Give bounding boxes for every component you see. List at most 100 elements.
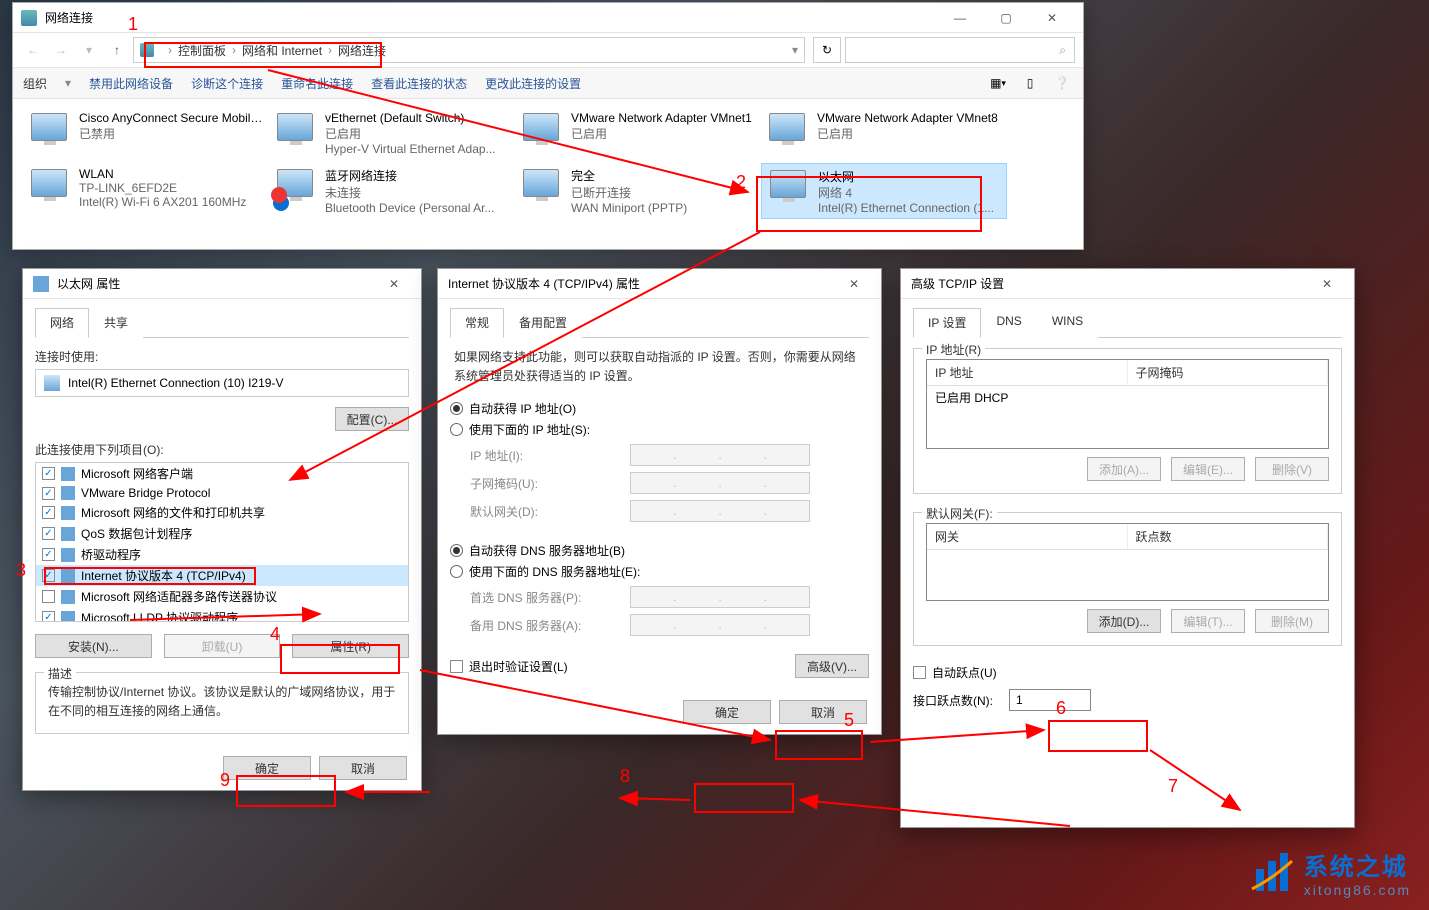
close-icon[interactable]: ✕ [377, 272, 411, 296]
configure-button[interactable]: 配置(C)... [335, 407, 409, 431]
window-icon [21, 10, 37, 26]
details-pane-icon[interactable]: ▯ [1019, 72, 1041, 94]
connection-item[interactable]: 以太网网络 4Intel(R) Ethernet Connection (1..… [761, 163, 1007, 219]
network-adapter-icon [27, 167, 71, 211]
connection-item[interactable]: VMware Network Adapter VMnet8已启用 [761, 107, 1007, 163]
view-status[interactable]: 查看此连接的状态 [371, 75, 467, 92]
connection-item[interactable]: WLANTP-LINK_6EFD2EIntel(R) Wi-Fi 6 AX201… [23, 163, 269, 219]
protocol-item[interactable]: ✓Microsoft 网络的文件和打印机共享 [36, 502, 408, 523]
connection-item[interactable]: Cisco AnyConnect Secure Mobility Client … [23, 107, 269, 163]
ipv4-info: 如果网络支持此功能，则可以获取自动指派的 IP 设置。否则，你需要从网络系统管理… [454, 348, 865, 386]
auto-dns-radio[interactable]: 自动获得 DNS 服务器地址(B) [450, 542, 869, 559]
tab-alternate[interactable]: 备用配置 [504, 308, 582, 338]
maximize-button[interactable]: ▢ [983, 4, 1029, 32]
ok-button[interactable]: 确定 [683, 700, 771, 724]
protocol-item[interactable]: Microsoft 网络适配器多路传送器协议 [36, 586, 408, 607]
back-button[interactable]: ← [21, 38, 45, 62]
help-icon[interactable]: ❔ [1051, 72, 1073, 94]
tab-dns[interactable]: DNS [981, 308, 1036, 338]
close-button[interactable]: ✕ [1029, 4, 1075, 32]
properties-button[interactable]: 属性(R) [292, 634, 409, 658]
diagnose[interactable]: 诊断这个连接 [191, 75, 263, 92]
forward-button[interactable]: → [49, 38, 73, 62]
recent-button[interactable]: ▾ [77, 38, 101, 62]
checkbox-icon[interactable]: ✓ [42, 487, 55, 500]
remove-ip-button: 删除(V) [1255, 457, 1329, 481]
protocol-icon [61, 590, 75, 604]
metric-input[interactable]: 1 [1009, 689, 1091, 711]
manual-dns-radio[interactable]: 使用下面的 DNS 服务器地址(E): [450, 563, 869, 580]
search-box[interactable]: ⌕ [845, 37, 1075, 63]
refresh-button[interactable]: ↻ [813, 37, 841, 63]
protocol-item[interactable]: ✓Microsoft LLDP 协议驱动程序 [36, 607, 408, 622]
tab-wins[interactable]: WINS [1037, 308, 1098, 338]
up-button[interactable]: ↑ [105, 38, 129, 62]
tab-network[interactable]: 网络 [35, 308, 89, 338]
watermark: 系统之城 xitong86.com [1248, 847, 1411, 898]
checkbox-icon[interactable]: ✓ [42, 467, 55, 480]
tab-general[interactable]: 常规 [450, 308, 504, 338]
disable-device[interactable]: 禁用此网络设备 [89, 75, 173, 92]
gateway-table[interactable]: 网关跃点数 [926, 523, 1329, 601]
cancel-button[interactable]: 取消 [779, 700, 867, 724]
checkbox-icon[interactable] [42, 590, 55, 603]
rename[interactable]: 重命名此连接 [281, 75, 353, 92]
network-adapter-icon [273, 111, 317, 155]
add-gw-button[interactable]: 添加(D)... [1087, 609, 1161, 633]
adv-title: 高级 TCP/IP 设置 [911, 275, 1310, 292]
protocol-item[interactable]: ✓桥驱动程序 [36, 544, 408, 565]
checkbox-icon[interactable]: ✓ [42, 611, 55, 622]
close-icon[interactable]: ✕ [837, 272, 871, 296]
organize-menu[interactable]: 组织 [23, 75, 47, 92]
crumb-1[interactable]: 网络和 Internet [242, 42, 322, 59]
checkbox-icon[interactable]: ✓ [42, 527, 55, 540]
connection-item[interactable]: VMware Network Adapter VMnet1已启用 [515, 107, 761, 163]
ipv4-properties-dialog: Internet 协议版本 4 (TCP/IPv4) 属性 ✕ 常规 备用配置 … [437, 268, 882, 735]
view-icon[interactable]: ▦▾ [987, 72, 1009, 94]
protocol-item[interactable]: ✓Internet 协议版本 4 (TCP/IPv4) [36, 565, 408, 586]
desc-group-label: 描述 [44, 665, 76, 682]
manual-ip-radio[interactable]: 使用下面的 IP 地址(S): [450, 421, 869, 438]
checkbox-icon[interactable]: ✓ [42, 548, 55, 561]
cancel-button[interactable]: 取消 [319, 756, 407, 780]
nic-icon [44, 375, 60, 391]
alt-dns-input: ... [630, 614, 810, 636]
checkbox-icon[interactable]: ✓ [42, 569, 55, 582]
protocol-list[interactable]: ✓Microsoft 网络客户端✓VMware Bridge Protocol✓… [35, 462, 409, 622]
address-box[interactable]: › 控制面板 › 网络和 Internet › 网络连接 ▾ [133, 37, 805, 63]
watermark-en: xitong86.com [1304, 882, 1411, 898]
ok-button[interactable]: 确定 [223, 756, 311, 780]
desc-text: 传输控制协议/Internet 协议。该协议是默认的广域网络协议，用于在不同的相… [48, 683, 396, 721]
tab-share[interactable]: 共享 [89, 308, 143, 338]
protocol-item[interactable]: ✓QoS 数据包计划程序 [36, 523, 408, 544]
protocol-icon [61, 506, 75, 520]
connection-item[interactable]: 完全已断开连接WAN Miniport (PPTP) [515, 163, 761, 219]
auto-ip-radio[interactable]: 自动获得 IP 地址(O) [450, 400, 869, 417]
crumb-0[interactable]: 控制面板 [178, 42, 226, 59]
connection-item[interactable]: 蓝牙网络连接未连接Bluetooth Device (Personal Ar..… [269, 163, 515, 219]
change-settings[interactable]: 更改此连接的设置 [485, 75, 581, 92]
minimize-button[interactable]: — [937, 4, 983, 32]
protocol-icon [61, 467, 75, 481]
pref-dns-input: ... [630, 586, 810, 608]
crumb-2[interactable]: 网络连接 [338, 42, 386, 59]
tab-ip-settings[interactable]: IP 设置 [913, 308, 981, 338]
network-adapter-icon [765, 111, 809, 155]
install-button[interactable]: 安装(N)... [35, 634, 152, 658]
checkbox-icon[interactable]: ✓ [42, 506, 55, 519]
ip-input: ... [630, 444, 810, 466]
auto-metric-checkbox[interactable]: 自动跃点(U) [913, 664, 1342, 681]
close-icon[interactable]: ✕ [1310, 272, 1344, 296]
uninstall-button: 卸载(U) [164, 634, 281, 658]
gateway-input: ... [630, 500, 810, 522]
advanced-button[interactable]: 高级(V)... [795, 654, 869, 678]
if-metric-label: 接口跃点数(N): [913, 692, 993, 709]
connection-item[interactable]: vEthernet (Default Switch)已启用Hyper-V Vir… [269, 107, 515, 163]
protocol-item[interactable]: ✓Microsoft 网络客户端 [36, 463, 408, 484]
validate-checkbox[interactable]: 退出时验证设置(L) [450, 658, 568, 675]
dialog-icon [33, 276, 49, 292]
ip-table[interactable]: IP 地址子网掩码 已启用 DHCP [926, 359, 1329, 449]
network-adapter-icon [273, 167, 317, 211]
network-adapter-icon [519, 167, 563, 211]
protocol-item[interactable]: ✓VMware Bridge Protocol [36, 484, 408, 502]
